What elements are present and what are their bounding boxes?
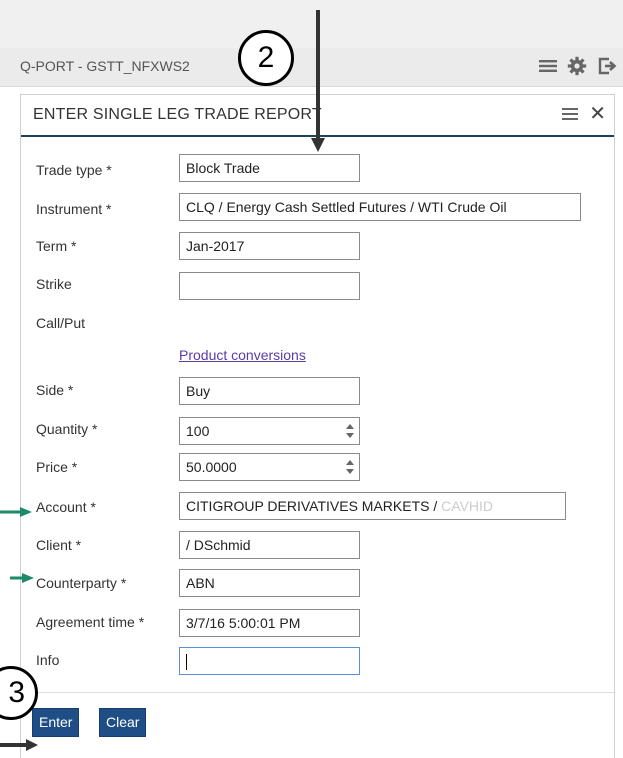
account-arrow-annotation — [0, 507, 32, 517]
counterparty-arrow-annotation — [10, 573, 34, 583]
enter-arrow-annotation — [0, 739, 38, 751]
annotation-arrows — [0, 10, 325, 751]
annotation-marker-2: 2 — [238, 30, 294, 86]
down-arrow-annotation — [311, 10, 325, 152]
